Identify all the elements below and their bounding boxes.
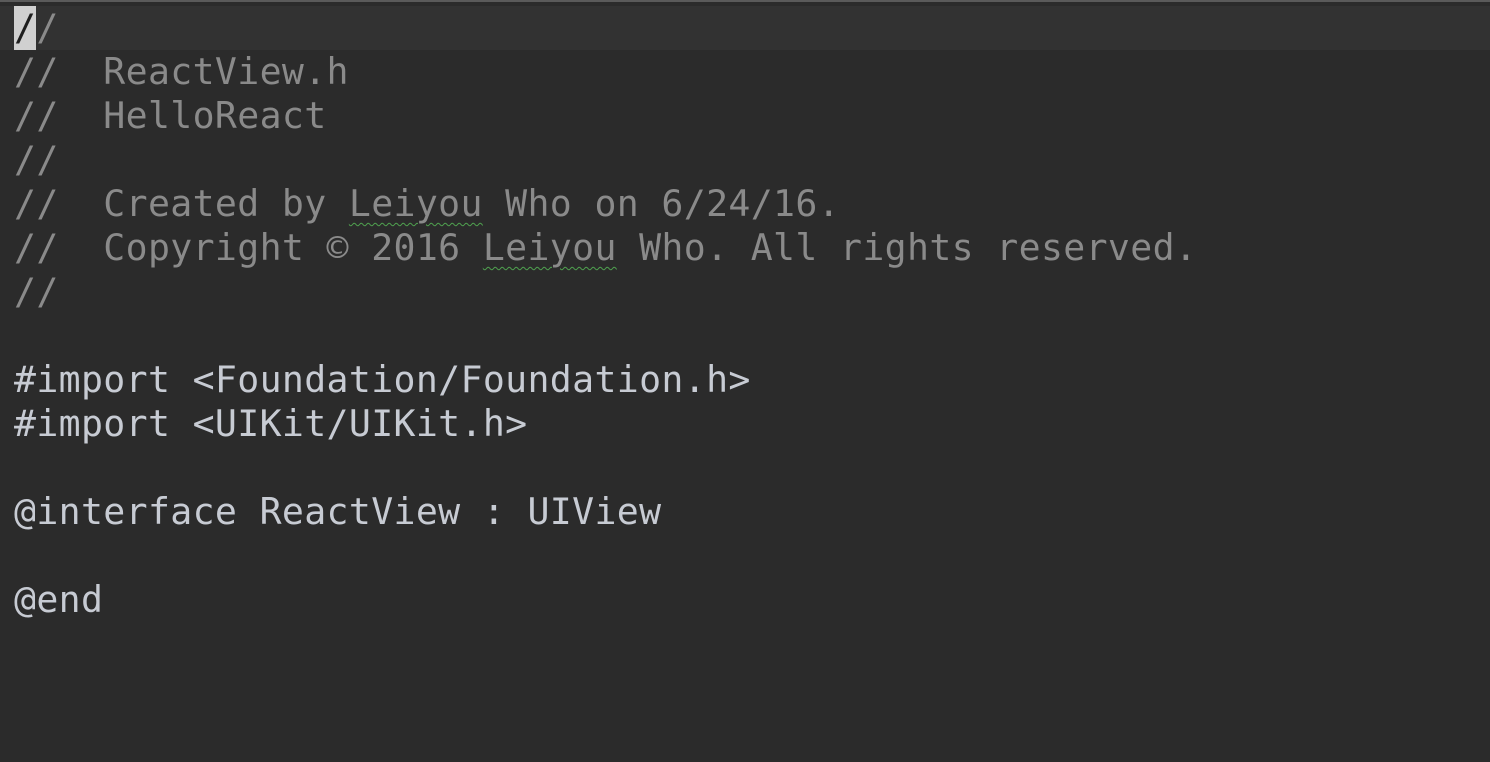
code-line-1[interactable]: // xyxy=(0,6,1490,50)
code-line-text: // ReactView.h xyxy=(14,50,349,93)
code-line-text: // HelloReact xyxy=(14,94,327,137)
code-line-text: / xyxy=(36,6,59,49)
code-line-text: // Created by xyxy=(14,182,349,225)
text-cursor: / xyxy=(14,6,37,50)
misspelled-word[interactable]: Leiyou xyxy=(349,182,483,225)
code-line-text: // xyxy=(14,270,59,313)
code-line-7[interactable]: // xyxy=(0,270,1490,314)
code-line-6[interactable]: // Copyright © 2016 Leiyou Who. All righ… xyxy=(0,226,1490,270)
code-line-text: // Copyright © 2016 xyxy=(14,226,483,269)
code-line-text: @interface ReactView : UIView xyxy=(14,490,662,533)
code-line-text: #import <Foundation/Foundation.h> xyxy=(14,358,751,401)
code-line-text: // xyxy=(14,138,59,181)
misspelled-word[interactable]: Leiyou xyxy=(483,226,617,269)
code-line-13[interactable] xyxy=(0,534,1490,578)
code-line-4[interactable]: // xyxy=(0,138,1490,182)
code-line-9[interactable]: #import <Foundation/Foundation.h> xyxy=(0,358,1490,402)
code-line-text: #import <UIKit/UIKit.h> xyxy=(14,402,528,445)
code-line-text: Who. All rights reserved. xyxy=(616,226,1198,269)
code-line-text: Who on 6/24/16. xyxy=(482,182,841,225)
code-line-5[interactable]: // Created by Leiyou Who on 6/24/16. xyxy=(0,182,1490,226)
code-line-14[interactable]: @end xyxy=(0,578,1490,622)
code-line-11[interactable] xyxy=(0,446,1490,490)
code-line-text: @end xyxy=(14,578,104,621)
code-line-8[interactable] xyxy=(0,314,1490,358)
code-editor[interactable]: // // ReactView.h // HelloReact // // Cr… xyxy=(0,0,1490,762)
code-line-3[interactable]: // HelloReact xyxy=(0,94,1490,138)
code-line-2[interactable]: // ReactView.h xyxy=(0,50,1490,94)
code-line-12[interactable]: @interface ReactView : UIView xyxy=(0,490,1490,534)
code-line-10[interactable]: #import <UIKit/UIKit.h> xyxy=(0,402,1490,446)
